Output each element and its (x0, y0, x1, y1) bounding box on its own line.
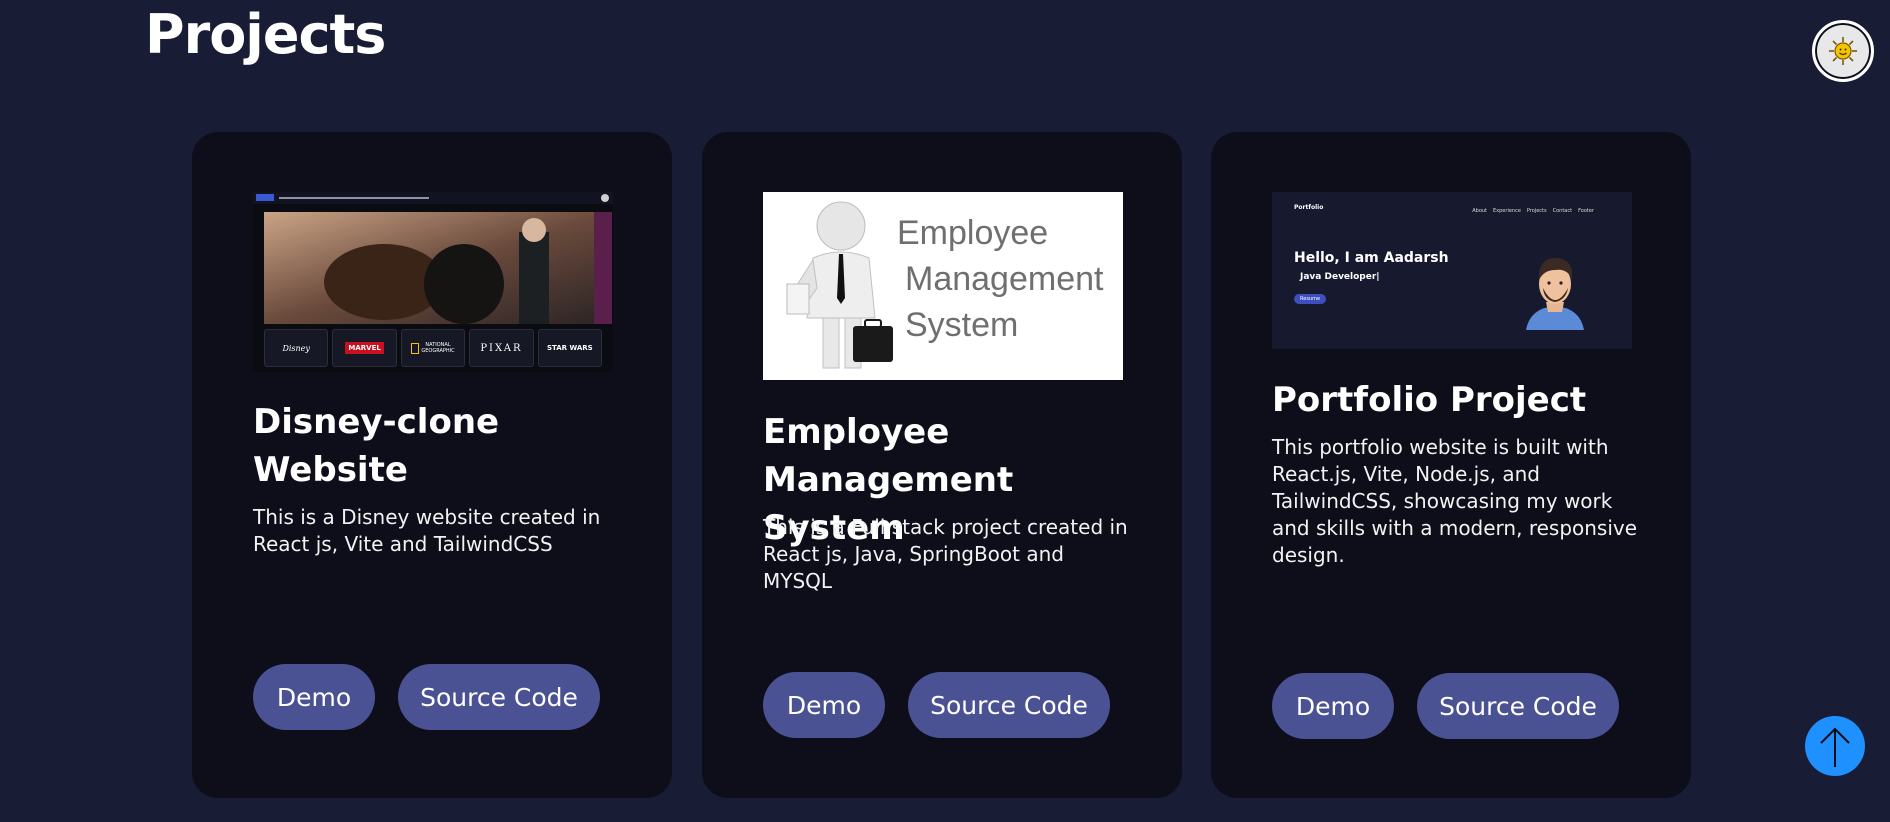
hero-banner-image (264, 212, 612, 324)
brand-tile-starwars[interactable]: STAR WARS (537, 329, 603, 367)
project-card-portfolio: Portfolio About Experience Projects Cont… (1211, 132, 1691, 798)
thumbnail-greeting: Hello, I am Aadarsh (1294, 250, 1449, 266)
project-description: This is a Full stack project created in … (763, 515, 1128, 593)
source-code-button[interactable]: Source Code (908, 672, 1110, 738)
thumbnail-line: Management (905, 260, 1104, 298)
arrow-up-icon (1820, 727, 1850, 767)
source-code-button[interactable]: Source Code (398, 664, 600, 730)
source-code-button[interactable]: Source Code (1417, 673, 1619, 739)
thumbnail-line: Employee (897, 214, 1049, 252)
project-thumbnail: Portfolio About Experience Projects Cont… (1272, 192, 1632, 349)
project-card-disney: Disney MARVEL NATIONAL GEOGRAPHIC PIXAR … (192, 132, 672, 798)
sun-icon (1829, 37, 1857, 65)
theme-toggle-button[interactable] (1812, 20, 1874, 82)
thumbnail-line: System (905, 306, 1019, 344)
thumbnail-role: Java Developer| (1300, 272, 1380, 282)
thumbnail-nav: About Experience Projects Contact Footer (1472, 208, 1594, 214)
project-title: Portfolio Project (1272, 380, 1587, 420)
thumbnail-navbar (253, 192, 613, 204)
brand-tile-marvel[interactable]: MARVEL (332, 329, 397, 367)
project-description: This portfolio website is built with Rea… (1272, 435, 1638, 567)
project-card-employee: Employee Management System Employee Mana… (702, 132, 1182, 798)
thumbnail-logo: Portfolio (1294, 204, 1324, 211)
project-thumbnail: Disney MARVEL NATIONAL GEOGRAPHIC PIXAR … (253, 192, 613, 372)
brand-tile-pixar[interactable]: PIXAR (469, 329, 534, 367)
avatar-illustration (1526, 258, 1584, 330)
page-title: Projects (145, 3, 386, 66)
brand-tile-disney[interactable]: Disney (264, 329, 329, 367)
thumbnail-text: Employee Management System (897, 210, 1103, 348)
thumbnail-resume-button[interactable]: Resume (1294, 294, 1327, 304)
project-thumbnail: Employee Management System (763, 192, 1123, 380)
project-description: This is a Disney website created in Reac… (253, 505, 601, 556)
businessman-figure-image (786, 201, 893, 369)
scroll-to-top-button[interactable] (1805, 716, 1865, 776)
demo-button[interactable]: Demo (253, 664, 375, 730)
brand-tile-natgeo[interactable]: NATIONAL GEOGRAPHIC (400, 329, 466, 367)
brand-row: Disney MARVEL NATIONAL GEOGRAPHIC PIXAR … (264, 329, 603, 367)
demo-button[interactable]: Demo (763, 672, 885, 738)
demo-button[interactable]: Demo (1272, 673, 1394, 739)
project-title: Disney-clone Website (253, 402, 500, 490)
